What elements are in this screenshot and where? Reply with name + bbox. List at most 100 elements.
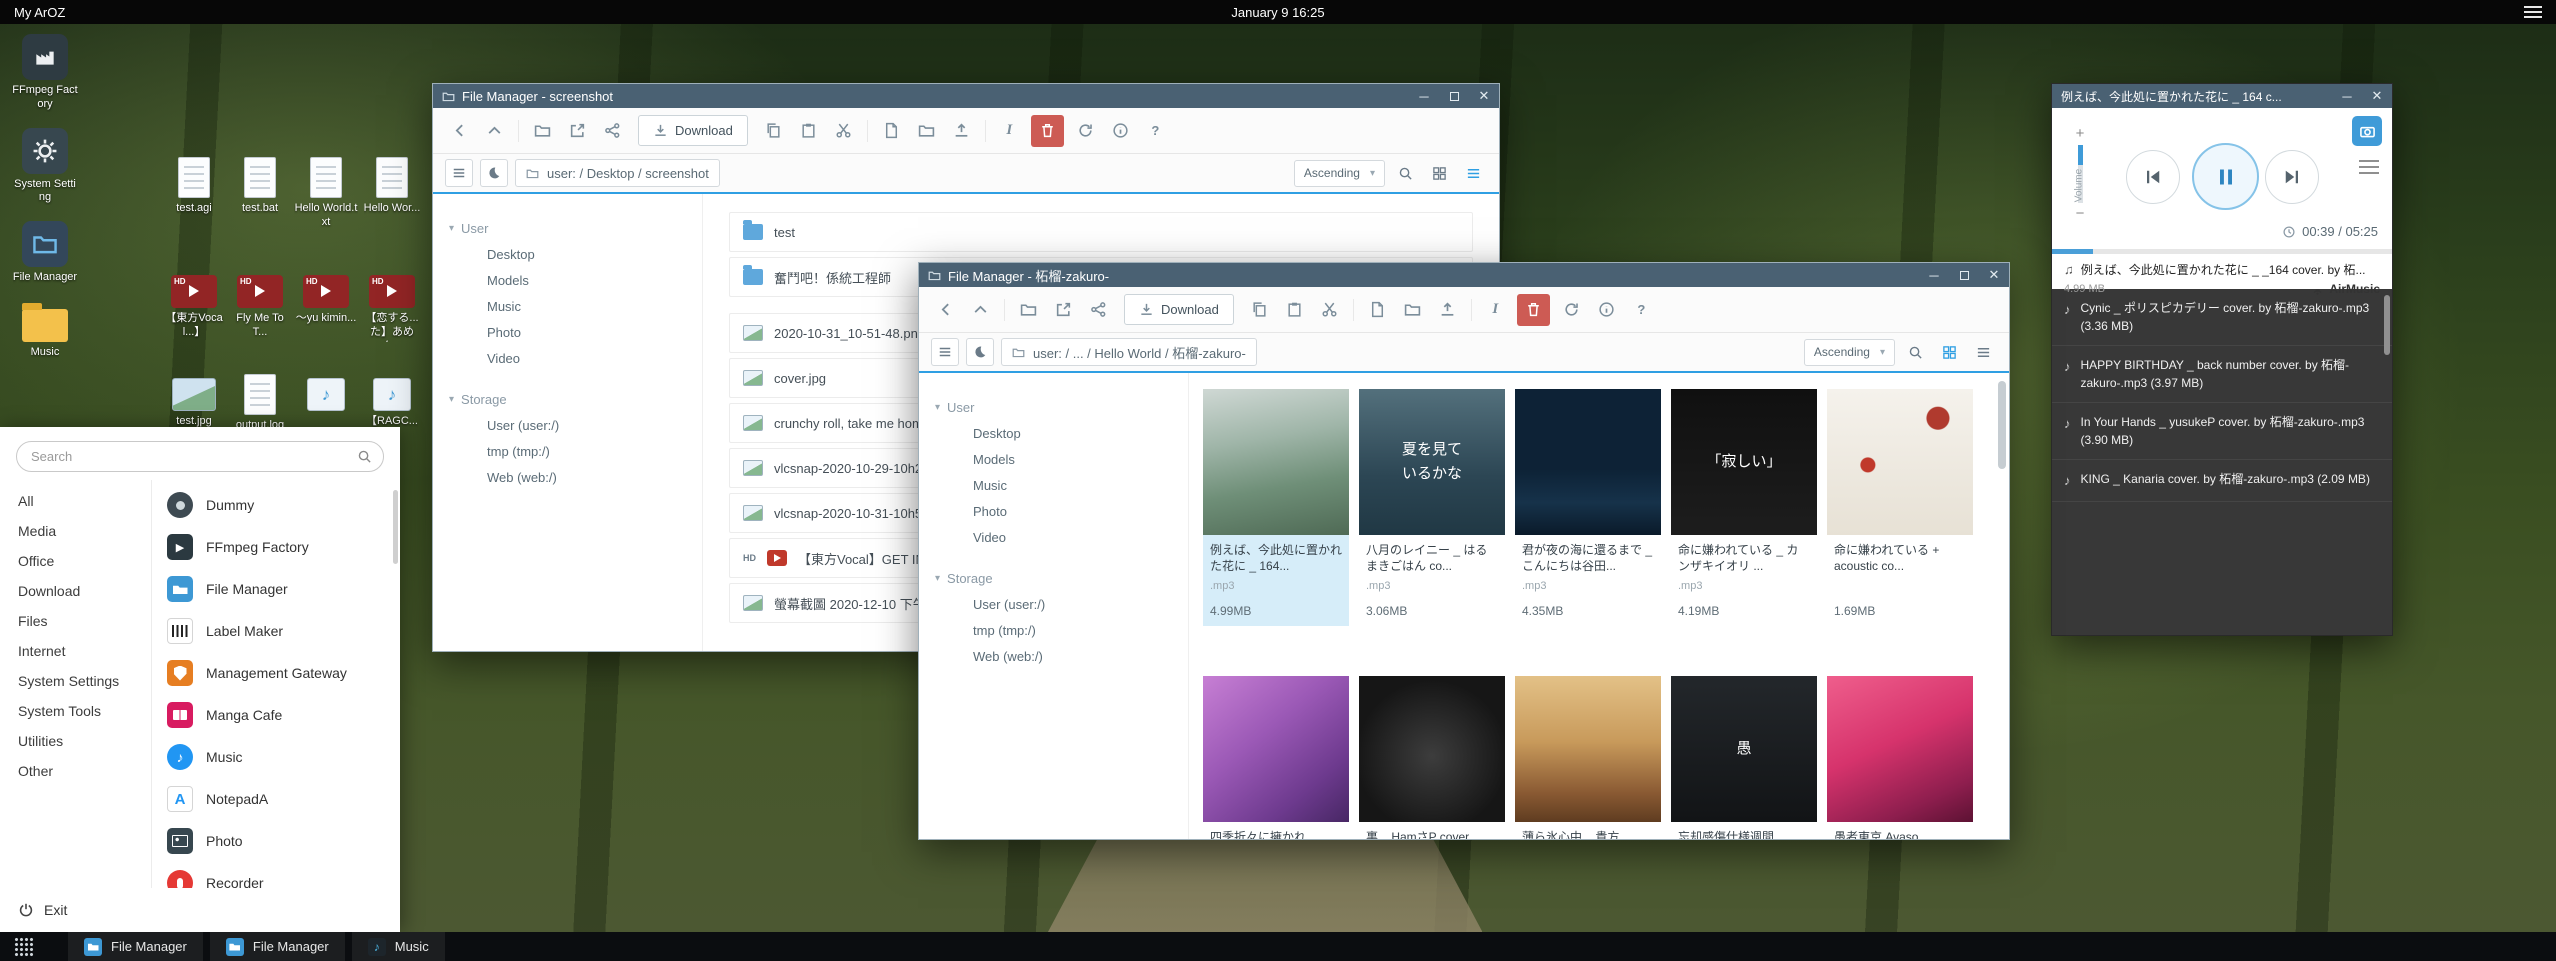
sidebar-item[interactable]: Models: [919, 446, 1188, 472]
maximize-button[interactable]: [1949, 263, 1979, 287]
category-item[interactable]: Office: [0, 546, 151, 576]
window-titlebar[interactable]: File Manager - 柘榴-zakuro- ─ ✕: [919, 263, 2009, 287]
sidebar-item[interactable]: Video: [433, 345, 702, 371]
file-row[interactable]: test: [729, 212, 1473, 252]
menu-scrollbar[interactable]: [393, 490, 398, 564]
upload-button[interactable]: [1431, 294, 1464, 326]
sidebar-item[interactable]: tmp (tmp:/): [433, 438, 702, 464]
playlist-item[interactable]: ♪Cynic _ ポリスピカデリー cover. by 柘榴-zakuro-.m…: [2052, 289, 2392, 346]
open-external-button[interactable]: [561, 115, 594, 147]
file-card[interactable]: 愚者東京 Avaso...: [1827, 676, 1973, 839]
help-button[interactable]: ?: [1139, 115, 1172, 147]
sidebar-user-header[interactable]: ▾User: [433, 216, 702, 241]
file-card[interactable]: 命に嫌われている + acoustic co... 1.69MB: [1827, 389, 1973, 626]
sidebar-item[interactable]: Models: [433, 267, 702, 293]
playlist-scrollbar[interactable]: [2384, 295, 2390, 355]
cut-button[interactable]: [827, 115, 860, 147]
sidebar-item[interactable]: Web (web:/): [433, 464, 702, 490]
playlist-item[interactable]: ♪In Your Hands _ yusukeP cover. by 柘榴-za…: [2052, 403, 2392, 460]
dark-mode-button[interactable]: [480, 159, 508, 187]
desktop-file-icon[interactable]: Hello Wor...: [360, 154, 424, 230]
sort-select[interactable]: Ascending▾: [1804, 339, 1895, 366]
desktop-file-icon[interactable]: [294, 371, 358, 433]
window-titlebar[interactable]: File Manager - screenshot ─ ✕: [433, 84, 1499, 108]
category-item[interactable]: Files: [0, 606, 151, 636]
new-file-button[interactable]: [875, 115, 908, 147]
category-item[interactable]: System Settings: [0, 666, 151, 696]
info-button[interactable]: [1590, 294, 1623, 326]
category-item[interactable]: System Tools: [0, 696, 151, 726]
open-button[interactable]: [1012, 294, 1045, 326]
file-card[interactable]: 夏を見て いるかな 八月のレイニー _ はるまきごはん co... .mp3 3…: [1359, 389, 1505, 626]
app-item[interactable]: Label Maker: [152, 610, 400, 652]
cut-button[interactable]: [1313, 294, 1346, 326]
sidebar-item[interactable]: Video: [919, 524, 1188, 550]
desktop-file-icon[interactable]: test.jpg: [162, 371, 226, 433]
file-card[interactable]: 四季折々に擁かれ...: [1203, 676, 1349, 839]
app-item[interactable]: FFmpeg Factory: [152, 526, 400, 568]
sidebar-user-header[interactable]: ▾User: [919, 395, 1188, 420]
playlist-item[interactable]: ♪KING _ Kanaria cover. by 柘榴-zakuro-.mp3…: [2052, 460, 2392, 502]
cast-button[interactable]: [2352, 116, 2382, 146]
help-button[interactable]: ?: [1625, 294, 1658, 326]
delete-button[interactable]: [1517, 294, 1550, 326]
sidebar-item[interactable]: User (user:/): [919, 591, 1188, 617]
taskbar-item[interactable]: File Manager: [210, 932, 345, 961]
file-card[interactable]: 裏 _ HamさP cover...: [1359, 676, 1505, 839]
desktop-video-icon[interactable]: 【恋する...た】あめん...: [360, 268, 424, 342]
desktop-file-icon[interactable]: 【RAGC...: [360, 371, 424, 433]
dark-mode-button[interactable]: [966, 338, 994, 366]
sidebar-item[interactable]: Photo: [433, 319, 702, 345]
maximize-button[interactable]: [1439, 84, 1469, 108]
close-button[interactable]: ✕: [1979, 263, 2009, 287]
file-card[interactable]: 例えば、今此処に置かれた花に _ 164... .mp3 4.99MB: [1203, 389, 1349, 626]
scrollbar[interactable]: [1998, 381, 2006, 469]
next-track-button[interactable]: [2265, 150, 2319, 204]
pause-button[interactable]: [2192, 143, 2259, 210]
app-item[interactable]: Photo: [152, 820, 400, 862]
app-item[interactable]: Manga Cafe: [152, 694, 400, 736]
sidebar-item[interactable]: User (user:/): [433, 412, 702, 438]
desktop-video-icon[interactable]: ～yu kimin...: [294, 268, 358, 342]
file-card[interactable]: 君が夜の海に還るまで _ こんにちは谷田... .mp3 4.35MB: [1515, 389, 1661, 626]
share-button[interactable]: [1082, 294, 1115, 326]
category-item[interactable]: Download: [0, 576, 151, 606]
category-item[interactable]: Media: [0, 516, 151, 546]
minimize-button[interactable]: ─: [2332, 84, 2362, 108]
app-item[interactable]: File Manager: [152, 568, 400, 610]
rename-button[interactable]: I: [993, 115, 1026, 147]
previous-track-button[interactable]: [2126, 150, 2180, 204]
app-item[interactable]: Music: [152, 736, 400, 778]
new-folder-button[interactable]: [910, 115, 943, 147]
path-field[interactable]: user: / ... / Hello World / 柘榴-zakuro-: [1001, 338, 1257, 366]
category-item[interactable]: Utilities: [0, 726, 151, 756]
category-item[interactable]: Internet: [0, 636, 151, 666]
new-folder-button[interactable]: [1396, 294, 1429, 326]
download-button[interactable]: Download: [638, 115, 748, 146]
app-launcher-icon[interactable]: [14, 937, 34, 957]
up-button[interactable]: [478, 115, 511, 147]
grid-view-icon[interactable]: [1425, 159, 1453, 187]
new-file-button[interactable]: [1361, 294, 1394, 326]
sidebar-item[interactable]: Desktop: [433, 241, 702, 267]
open-button[interactable]: [526, 115, 559, 147]
search-icon[interactable]: [1901, 338, 1929, 366]
category-item[interactable]: Other: [0, 756, 151, 786]
file-card[interactable]: 「寂しい」 命に嫌われている _ カンザキイオリ ... .mp3 4.19MB: [1671, 389, 1817, 626]
download-button[interactable]: Download: [1124, 294, 1234, 325]
sidebar-item[interactable]: Desktop: [919, 420, 1188, 446]
copy-button[interactable]: [1243, 294, 1276, 326]
list-view-icon[interactable]: [1969, 338, 1997, 366]
file-card[interactable]: 薄ら氷心中 _ 貴方...: [1515, 676, 1661, 839]
share-button[interactable]: [596, 115, 629, 147]
back-button[interactable]: [443, 115, 476, 147]
sidebar-item[interactable]: Photo: [919, 498, 1188, 524]
file-card[interactable]: 愚 忘却感傷仕様週間...: [1671, 676, 1817, 839]
desktop-icon-music-folder[interactable]: Music: [12, 301, 78, 360]
search-input[interactable]: [16, 441, 384, 472]
desktop-file-icon[interactable]: test.agi: [162, 154, 226, 230]
menu-toggle-button[interactable]: [931, 338, 959, 366]
sidebar-storage-header[interactable]: ▾Storage: [919, 566, 1188, 591]
desktop-icon-ffmpeg-factory[interactable]: FFmpeg Factory: [12, 34, 78, 112]
category-item[interactable]: All: [0, 486, 151, 516]
